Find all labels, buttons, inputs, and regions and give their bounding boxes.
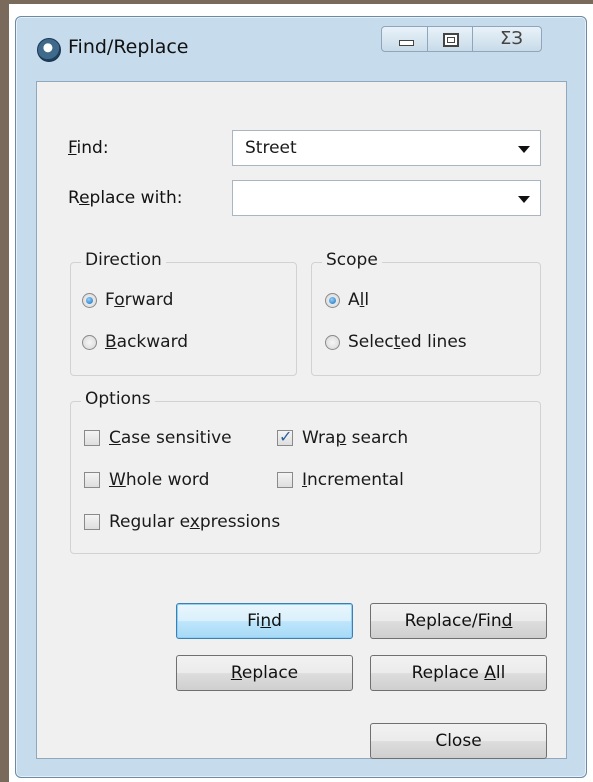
close-icon: ΣЗ: [500, 28, 523, 49]
replace-find-button[interactable]: Replace/Find: [370, 603, 547, 639]
whole-word-label: Whole word: [109, 470, 210, 490]
radio-unselected-icon[interactable]: [82, 334, 97, 350]
eclipse-app-icon: [37, 38, 61, 62]
checkbox-checked-icon[interactable]: [277, 427, 293, 446]
case-sensitive-label: Case sensitive: [109, 428, 232, 448]
find-input[interactable]: Street: [245, 138, 297, 158]
replace-with-label: Replace with:: [68, 188, 183, 208]
all-label: All: [348, 290, 370, 310]
direction-backward-radio[interactable]: Backward: [82, 332, 188, 352]
close-button[interactable]: Close: [370, 723, 547, 759]
incremental-label: Incremental: [302, 470, 404, 490]
regular-expressions-label: Regular expressions: [109, 512, 281, 532]
options-group-title: Options: [81, 389, 155, 409]
maximize-button[interactable]: [427, 26, 473, 52]
wrap-search-checkbox[interactable]: Wrap search: [277, 427, 409, 448]
title-bar[interactable]: Find/Replace ΣЗ: [16, 17, 586, 79]
desktop-frame-top: [0, 0, 593, 4]
window-title: Find/Replace: [68, 36, 189, 58]
find-label: Find:: [68, 138, 109, 158]
radio-selected-icon[interactable]: [325, 292, 340, 308]
regular-expressions-checkbox[interactable]: Regular expressions: [84, 512, 280, 532]
whole-word-checkbox[interactable]: Whole word: [84, 470, 209, 490]
scope-selected-lines-radio[interactable]: Selected lines: [325, 332, 467, 352]
replace-all-button[interactable]: Replace All: [370, 655, 547, 691]
chevron-down-icon[interactable]: [518, 196, 530, 203]
replace-button[interactable]: Replace: [176, 655, 353, 691]
scope-group-title: Scope: [322, 250, 382, 270]
find-replace-dialog: Find/Replace ΣЗ Find: Street Replace wit…: [15, 16, 587, 778]
case-sensitive-checkbox[interactable]: Case sensitive: [84, 428, 232, 448]
wrap-search-label: Wrap search: [302, 428, 409, 448]
find-combobox[interactable]: Street: [232, 130, 541, 166]
forward-label: Forward: [105, 290, 174, 310]
radio-unselected-icon[interactable]: [325, 334, 340, 350]
checkbox-unchecked-icon[interactable]: [84, 514, 100, 530]
scope-all-radio[interactable]: All: [325, 290, 369, 310]
checkbox-unchecked-icon[interactable]: [84, 430, 100, 446]
find-button[interactable]: Find: [176, 603, 353, 639]
selected-lines-label: Selected lines: [348, 332, 467, 352]
direction-forward-radio[interactable]: Forward: [82, 290, 173, 310]
incremental-checkbox[interactable]: Incremental: [277, 470, 404, 490]
dialog-client-area: Find: Street Replace with: Direction For…: [36, 81, 567, 759]
direction-group-title: Direction: [81, 250, 166, 270]
replace-combobox[interactable]: [232, 180, 541, 216]
options-group: Options Case sensitive Wrap search Whole…: [70, 389, 541, 554]
chevron-down-icon[interactable]: [518, 146, 530, 153]
checkbox-unchecked-icon[interactable]: [84, 472, 100, 488]
radio-selected-icon[interactable]: [82, 292, 97, 308]
checkbox-unchecked-icon[interactable]: [277, 472, 293, 488]
backward-label: Backward: [105, 332, 189, 352]
minimize-button[interactable]: [381, 26, 428, 52]
close-window-button[interactable]: ΣЗ: [472, 26, 542, 52]
scope-group: Scope All Selected lines: [311, 250, 541, 376]
maximize-icon: [443, 33, 459, 47]
minimize-icon: [399, 40, 414, 46]
desktop-frame-left: [0, 0, 9, 782]
direction-group: Direction Forward Backward: [70, 250, 297, 376]
